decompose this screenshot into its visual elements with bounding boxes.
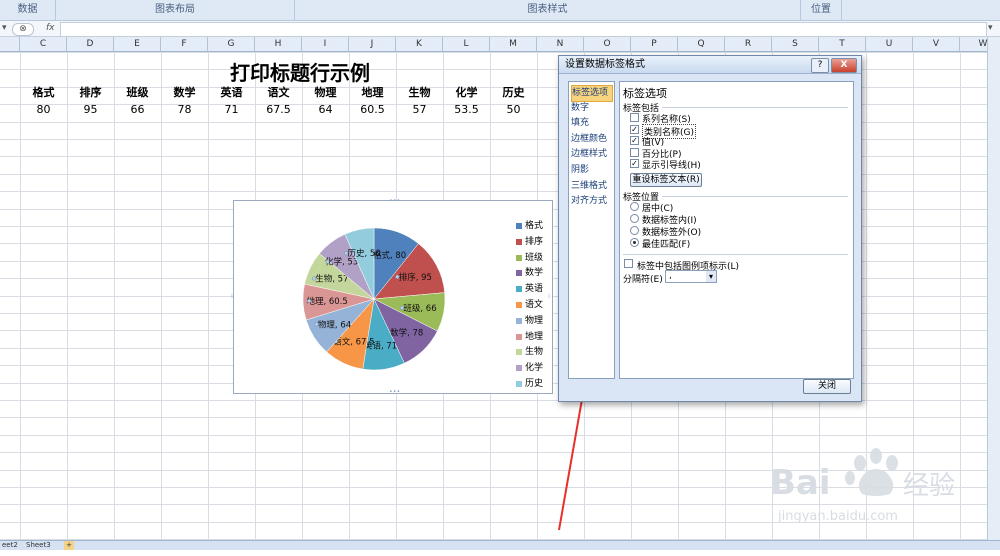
panel-heading: 标签选项 — [623, 87, 667, 100]
svg-text:Bai: Bai — [770, 463, 831, 503]
dialog-nav: 标签选项 数字 填充 边框颜色 边框样式 阴影 三维格式 对齐方式 — [568, 81, 615, 379]
dialog-nav-item[interactable]: 阴影 — [571, 163, 611, 178]
dialog-nav-item[interactable]: 数字 — [571, 101, 611, 116]
baidu-watermark: Bai 经验 jingyan.baidu.com — [770, 440, 990, 530]
section-divider — [623, 254, 848, 255]
dialog-panel: 标签选项 标签包括 系列名称(S) ✓ 类别名称(G) ✓ 值(V) 百分比(P) ✓ 显示引… — [619, 81, 854, 379]
format-data-labels-dialog: 设置数据标签格式 ? X 标签选项 数字 填充 边框颜色 边框样式 阴影 三维格式 对齐方式 … — [558, 55, 862, 402]
chevron-down-icon[interactable]: ▾ — [706, 271, 716, 282]
option-checkbox[interactable]: ✓ — [630, 136, 639, 145]
close-x-button[interactable]: X — [831, 58, 857, 73]
help-button[interactable]: ? — [811, 58, 829, 73]
dialog-nav-item[interactable]: 对齐方式 — [571, 194, 611, 209]
baidu-logo: Bai 经验 jingyan.baidu.com — [770, 448, 955, 524]
option-checkbox[interactable] — [630, 113, 639, 122]
dialog-nav-item[interactable]: 填充 — [571, 116, 611, 131]
separator-select[interactable]: , ▾ — [665, 270, 717, 283]
reset-label-text-button[interactable]: 重设标签文本(R) — [630, 173, 702, 187]
option-checkbox[interactable]: ✓ — [630, 159, 639, 168]
dialog-nav-item[interactable]: 三维格式 — [571, 179, 611, 194]
watermark-url: jingyan.baidu.com — [777, 509, 898, 524]
section-divider — [662, 107, 848, 108]
option-checkbox[interactable]: ✓ — [630, 124, 639, 134]
dialog-nav-item[interactable]: 标签选项 — [571, 85, 613, 102]
separator-label: 分隔符(E) — [623, 275, 663, 285]
separator-value: , — [669, 271, 672, 281]
position-radio[interactable] — [630, 202, 639, 211]
legend-key-checkbox[interactable] — [624, 259, 633, 268]
dialog-nav-item[interactable]: 边框颜色 — [571, 132, 611, 147]
dialog-nav-item[interactable]: 边框样式 — [571, 147, 611, 162]
section-divider — [662, 196, 848, 197]
position-radio[interactable] — [630, 214, 639, 223]
position-label: 最佳匹配(F) — [642, 240, 691, 250]
position-radio[interactable] — [630, 226, 639, 235]
watermark-brand-text: 经验 — [903, 471, 955, 501]
option-label: 显示引导线(H) — [642, 161, 701, 171]
position-radio[interactable] — [630, 238, 639, 247]
option-checkbox[interactable] — [630, 147, 639, 157]
close-button[interactable]: 关闭 — [803, 379, 851, 394]
